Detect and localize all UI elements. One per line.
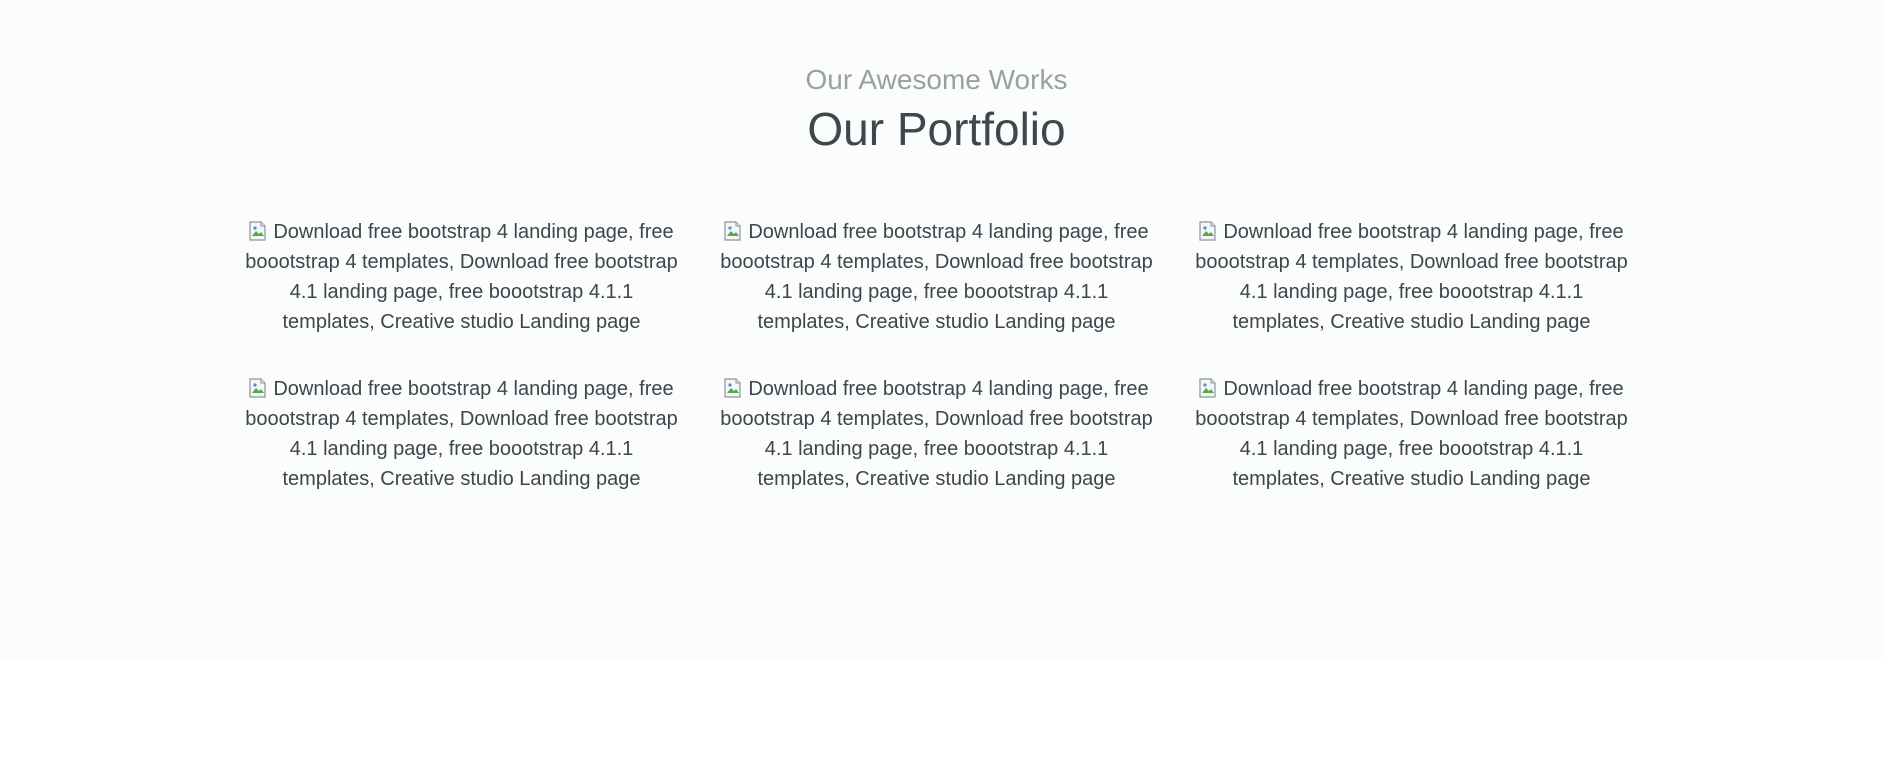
- portfolio-section: Our Awesome Works Our Portfolio Download…: [0, 0, 1883, 658]
- broken-image-icon: [1199, 220, 1217, 241]
- section-subtitle: Our Awesome Works: [805, 64, 1068, 95]
- portfolio-item[interactable]: Download free bootstrap 4 landing page, …: [716, 217, 1157, 338]
- portfolio-item[interactable]: Download free bootstrap 4 landing page, …: [241, 217, 682, 338]
- portfolio-image-alt-text: Download free bootstrap 4 landing page, …: [245, 378, 678, 490]
- portfolio-image-alt-text: Download free bootstrap 4 landing page, …: [1195, 378, 1628, 490]
- broken-image-icon: [249, 377, 267, 398]
- portfolio-image-alt-text: Download free bootstrap 4 landing page, …: [720, 378, 1153, 490]
- portfolio-grid: Download free bootstrap 4 landing page, …: [241, 217, 1669, 495]
- portfolio-item[interactable]: Download free bootstrap 4 landing page, …: [716, 374, 1157, 495]
- portfolio-item[interactable]: Download free bootstrap 4 landing page, …: [1191, 374, 1632, 495]
- broken-image-icon: [724, 220, 742, 241]
- broken-image-icon: [249, 220, 267, 241]
- vertical-scrollbar[interactable]: [1883, 0, 1903, 762]
- broken-image-icon: [1199, 377, 1217, 398]
- browser-viewport: Our Awesome Works Our Portfolio Download…: [0, 0, 1903, 762]
- section-title: Our Portfolio: [807, 103, 1066, 155]
- portfolio-item[interactable]: Download free bootstrap 4 landing page, …: [1191, 217, 1632, 338]
- page: Our Awesome Works Our Portfolio Download…: [0, 0, 1883, 762]
- portfolio-image-alt-text: Download free bootstrap 4 landing page, …: [1195, 221, 1628, 333]
- portfolio-item[interactable]: Download free bootstrap 4 landing page, …: [241, 374, 682, 495]
- portfolio-image-alt-text: Download free bootstrap 4 landing page, …: [245, 221, 678, 333]
- broken-image-icon: [724, 377, 742, 398]
- portfolio-image-alt-text: Download free bootstrap 4 landing page, …: [720, 221, 1153, 333]
